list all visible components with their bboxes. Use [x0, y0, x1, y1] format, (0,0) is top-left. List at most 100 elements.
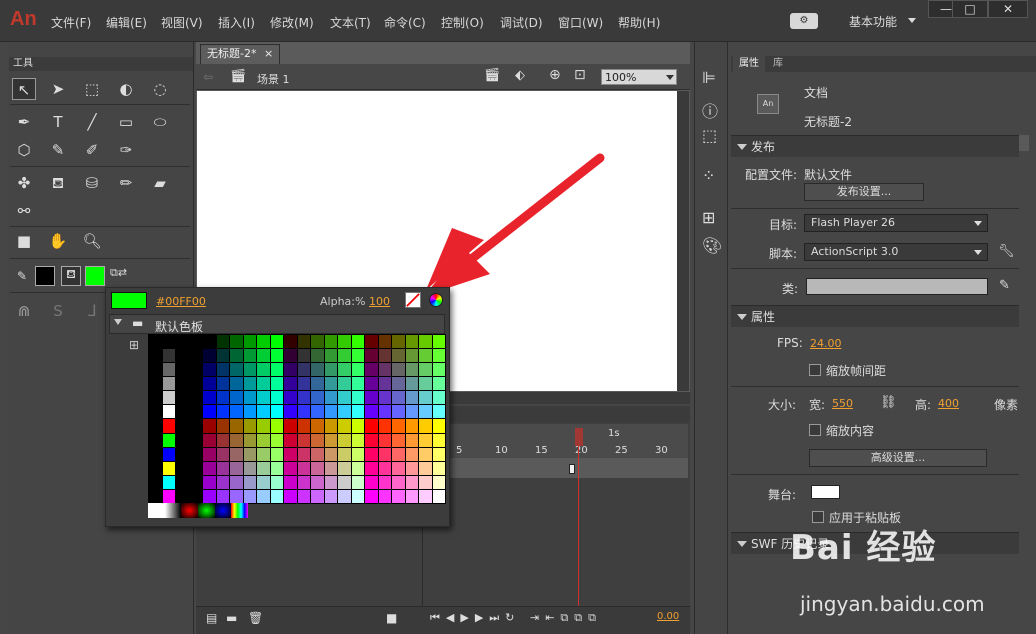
color-swatch[interactable] [230, 419, 243, 433]
color-swatch[interactable] [203, 349, 216, 363]
color-swatch[interactable] [203, 391, 216, 405]
color-swatch[interactable] [243, 489, 256, 503]
color-swatch[interactable] [338, 461, 351, 475]
color-swatch[interactable] [149, 335, 162, 349]
color-swatch[interactable] [203, 363, 216, 377]
color-swatch[interactable] [176, 377, 189, 391]
color-swatch[interactable] [378, 461, 391, 475]
color-swatch[interactable] [365, 335, 378, 349]
color-swatch[interactable] [338, 489, 351, 503]
vertical-scrollbar[interactable] [677, 91, 689, 391]
color-swatch[interactable] [216, 461, 229, 475]
color-swatch[interactable] [203, 419, 216, 433]
camera-tool-icon[interactable]: ■ [12, 230, 36, 252]
color-swatch[interactable] [324, 433, 337, 447]
color-swatch[interactable] [378, 447, 391, 461]
color-swatch[interactable] [216, 335, 229, 349]
gradient-swatch[interactable] [198, 503, 215, 518]
color-swatch[interactable] [365, 391, 378, 405]
color-swatch[interactable] [284, 363, 297, 377]
workspace-switcher[interactable]: 基本功能 [849, 13, 897, 30]
color-swatch[interactable] [392, 447, 405, 461]
menu-text[interactable]: 文本(T) [330, 14, 371, 31]
color-swatch[interactable] [243, 461, 256, 475]
color-swatch[interactable] [162, 433, 175, 447]
color-swatch[interactable] [297, 335, 310, 349]
color-swatch[interactable] [378, 363, 391, 377]
color-swatch[interactable] [176, 475, 189, 489]
color-swatch[interactable] [149, 363, 162, 377]
color-swatch[interactable] [392, 335, 405, 349]
color-swatch[interactable] [230, 405, 243, 419]
color-swatch[interactable] [257, 405, 270, 419]
color-swatch[interactable] [432, 489, 445, 503]
polystar-tool-icon[interactable]: ⬡ [12, 139, 36, 161]
color-swatch[interactable] [216, 475, 229, 489]
color-swatch[interactable] [284, 405, 297, 419]
script-select[interactable]: ActionScript 3.0 [804, 243, 988, 261]
color-swatch[interactable] [149, 489, 162, 503]
color-swatch[interactable] [162, 475, 175, 489]
menu-window[interactable]: 窗口(W) [558, 14, 603, 31]
color-swatch[interactable] [243, 447, 256, 461]
color-swatch[interactable] [257, 461, 270, 475]
color-swatch[interactable] [419, 391, 432, 405]
fill-color-swatch[interactable] [85, 266, 105, 286]
color-swatch[interactable] [311, 391, 324, 405]
color-swatch[interactable] [216, 349, 229, 363]
color-swatch[interactable] [189, 419, 202, 433]
color-swatch[interactable] [297, 377, 310, 391]
color-swatch[interactable] [324, 391, 337, 405]
color-swatch[interactable] [230, 447, 243, 461]
color-swatch[interactable] [378, 391, 391, 405]
selection-tool-icon[interactable]: ↖ [12, 78, 36, 100]
color-swatch[interactable] [162, 405, 175, 419]
tab-close-icon[interactable]: × [264, 47, 273, 60]
color-swatch[interactable] [243, 377, 256, 391]
color-swatch[interactable] [189, 461, 202, 475]
color-swatch[interactable] [176, 391, 189, 405]
color-swatch[interactable] [216, 377, 229, 391]
publish-settings-button[interactable]: 发布设置... [804, 183, 924, 201]
color-swatch[interactable] [243, 475, 256, 489]
color-swatch[interactable] [324, 419, 337, 433]
pencil-tool-icon[interactable]: ✎ [46, 139, 70, 161]
color-swatch[interactable] [176, 419, 189, 433]
color-swatch[interactable] [405, 461, 418, 475]
color-swatch[interactable] [311, 363, 324, 377]
smooth-icon[interactable]: S [46, 300, 70, 322]
color-swatch[interactable] [392, 405, 405, 419]
color-swatch[interactable] [216, 405, 229, 419]
color-swatch[interactable] [338, 335, 351, 349]
color-swatch[interactable] [419, 419, 432, 433]
color-swatch[interactable] [270, 461, 283, 475]
scale-content-checkbox[interactable] [809, 424, 821, 436]
color-swatch[interactable] [162, 489, 175, 503]
color-swatch[interactable] [324, 363, 337, 377]
color-swatch[interactable] [216, 433, 229, 447]
sync-settings-icon[interactable]: ⚙ [790, 13, 818, 29]
color-swatch[interactable] [419, 447, 432, 461]
color-swatch[interactable] [270, 335, 283, 349]
clip-content-icon[interactable]: ⊡ [574, 67, 586, 83]
color-swatch[interactable] [405, 349, 418, 363]
color-swatch[interactable] [149, 419, 162, 433]
3d-rotation-tool-icon[interactable]: ◐ [114, 78, 138, 100]
playhead-handle[interactable] [575, 428, 583, 446]
attributes-section-header[interactable]: 属性 [731, 305, 1019, 327]
color-swatch[interactable] [392, 461, 405, 475]
paint-bucket-tool-icon[interactable]: ⛾ [46, 172, 70, 194]
color-swatch[interactable] [257, 349, 270, 363]
color-swatch[interactable] [297, 433, 310, 447]
color-swatch[interactable] [378, 405, 391, 419]
color-swatch[interactable] [419, 335, 432, 349]
color-swatch[interactable] [189, 391, 202, 405]
gradient-swatch-strip[interactable] [148, 503, 249, 518]
color-swatch[interactable] [351, 475, 364, 489]
color-swatch[interactable] [419, 377, 432, 391]
eraser-tool-icon[interactable]: ▰ [148, 172, 172, 194]
color-swatch[interactable] [351, 433, 364, 447]
menu-help[interactable]: 帮助(H) [618, 14, 660, 31]
color-swatch[interactable] [432, 405, 445, 419]
color-swatch[interactable] [338, 349, 351, 363]
